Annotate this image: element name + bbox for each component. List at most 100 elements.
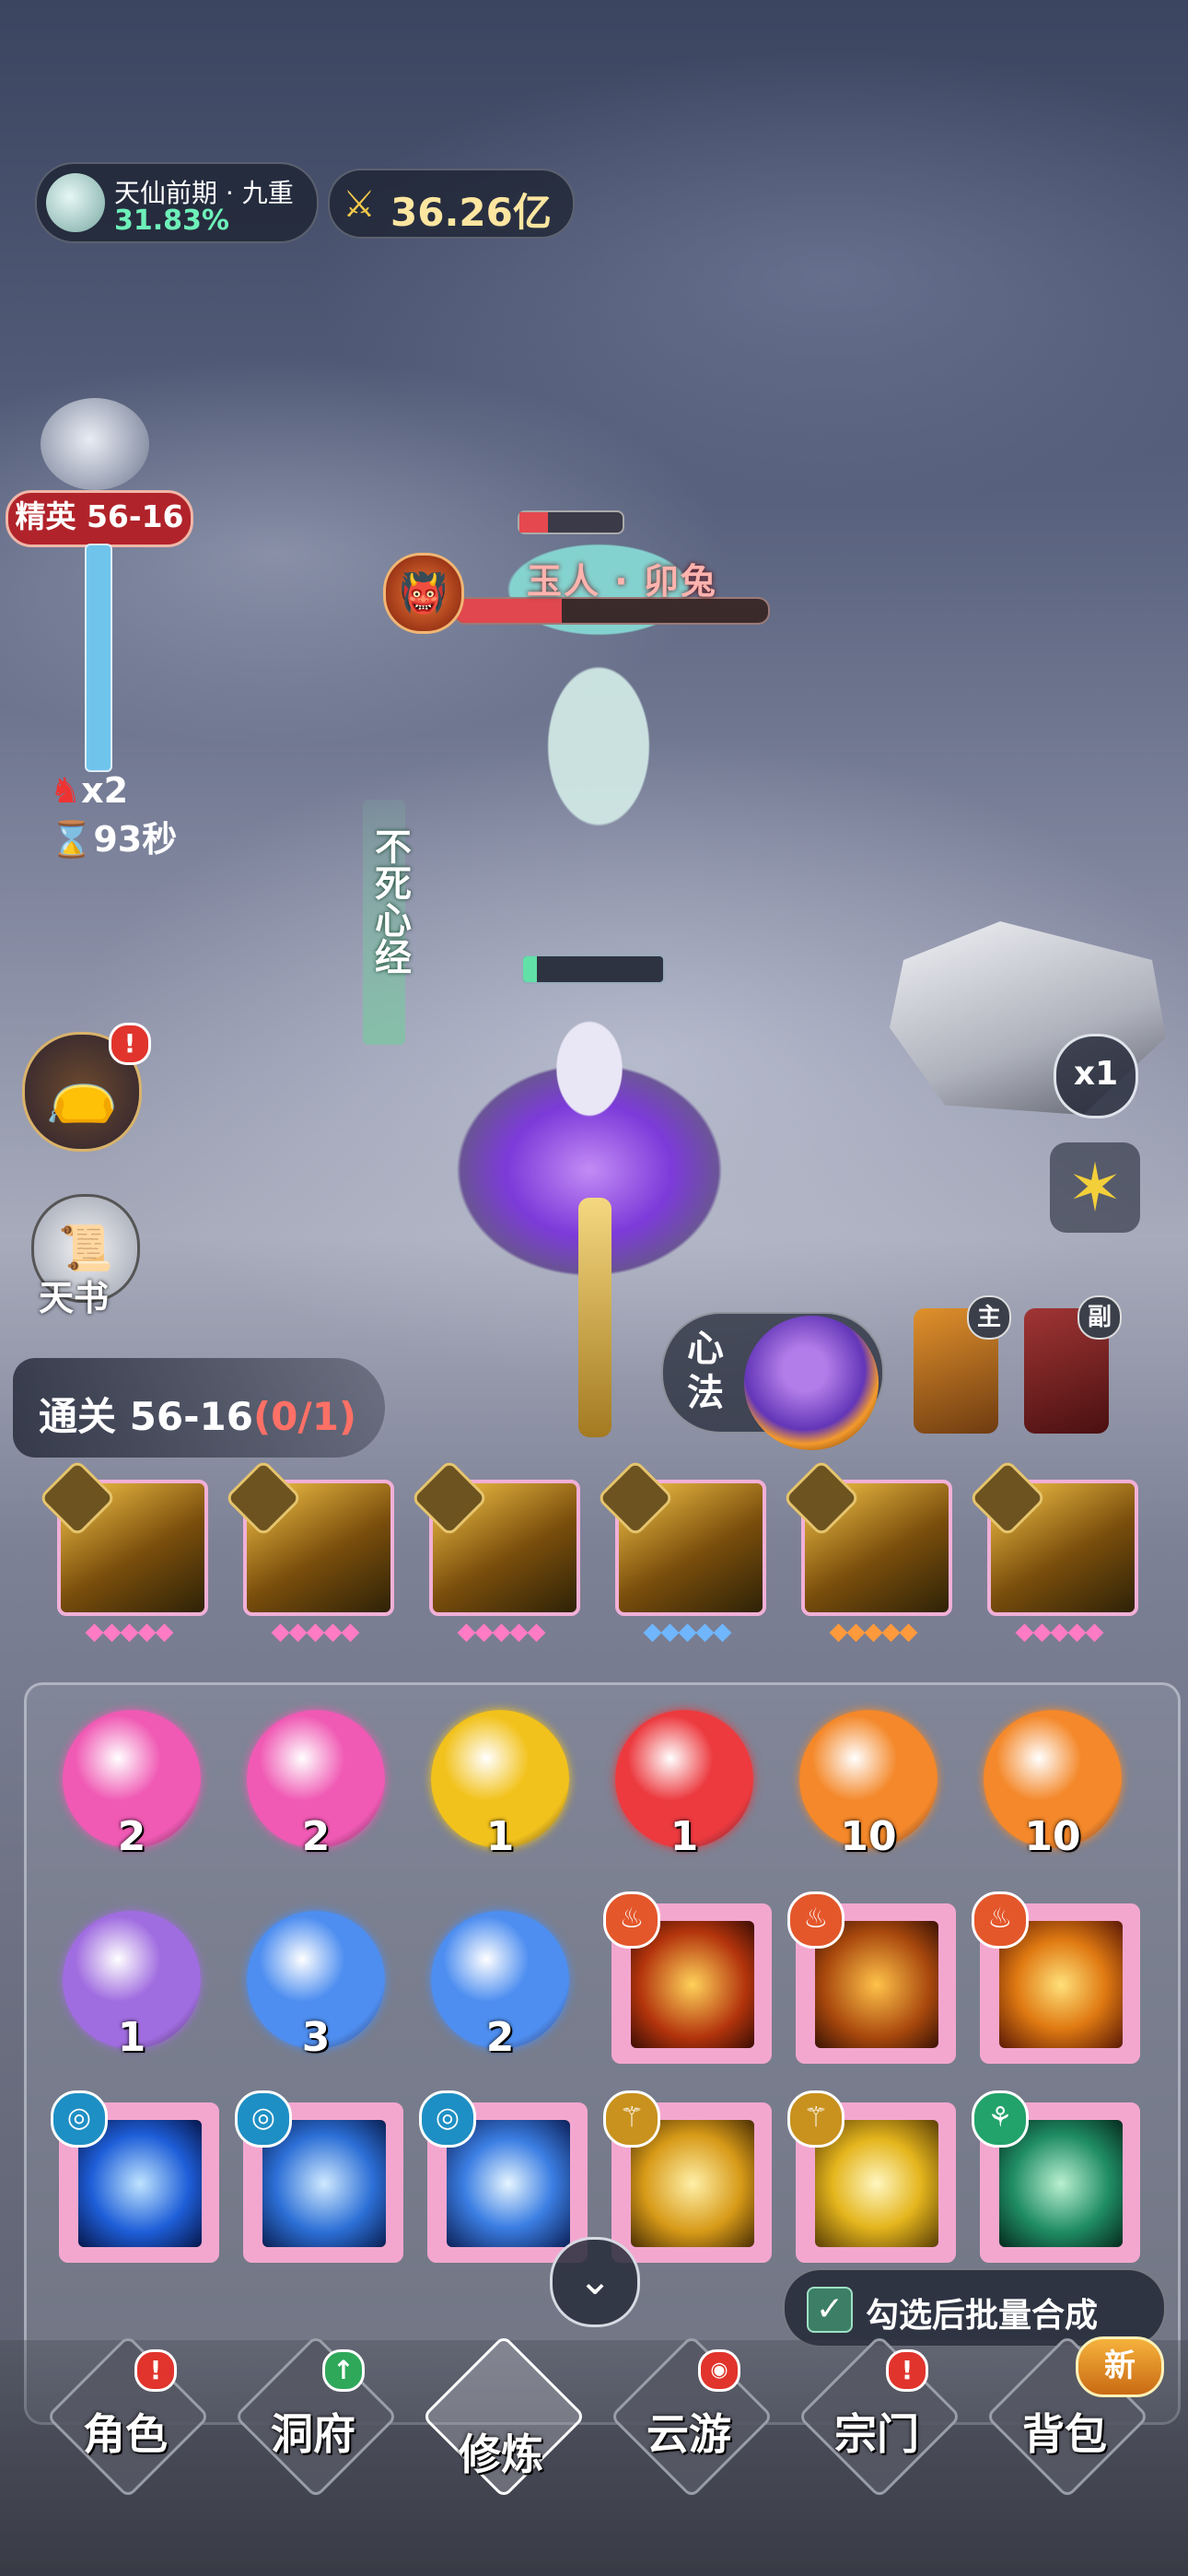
batch-merge-label: 勾选后批量合成: [866, 2297, 1099, 2335]
metal-element-icon: ⚚: [787, 2090, 844, 2148]
player-sprite: [516, 977, 663, 1161]
equipped-skill-slot[interactable]: [38, 1458, 208, 1616]
stage-search-icon[interactable]: [41, 398, 149, 490]
orb-count: 2: [301, 1813, 331, 1860]
nav-label: 修炼: [459, 2430, 543, 2479]
camera-icon: ◉: [698, 2349, 740, 2392]
realm-status[interactable]: 天仙前期 · 九重 31.83%: [35, 162, 319, 243]
sub-weapon-slot[interactable]: 副: [1024, 1295, 1122, 1434]
metal-element-icon: ⚚: [603, 2090, 660, 2148]
timer-value: 93秒: [93, 819, 178, 860]
speed-button[interactable]: x1: [1054, 1034, 1138, 1118]
sword-emblem-icon: [410, 1458, 489, 1538]
nav-label: 洞府: [271, 2409, 355, 2459]
fire-element-icon: ♨: [787, 1891, 844, 1949]
star-rating: ◆◆◆◆◆: [829, 1618, 918, 1645]
skill-card[interactable]: ♨: [972, 1891, 1140, 2064]
equipped-skill-slot[interactable]: [596, 1458, 766, 1616]
xinfa-orb-icon: [744, 1316, 879, 1450]
equipped-skill-slot[interactable]: [224, 1458, 394, 1616]
demon-face-icon: 👹: [383, 553, 464, 634]
multiplier: ♞x2: [50, 770, 128, 811]
sub-weapon-tag: 副: [1077, 1295, 1122, 1340]
equipped-skill-slot[interactable]: [782, 1458, 952, 1616]
skill-card[interactable]: ♨: [787, 1891, 956, 2064]
star-rating: ◆◆◆◆◆: [1015, 1618, 1104, 1645]
enemy-name: 玉人 · 卯兔: [527, 561, 717, 602]
nav-cultivate[interactable]: 修炼: [418, 2334, 587, 2524]
player-hp-bar: [521, 954, 665, 984]
orb-count: 2: [485, 2014, 515, 2061]
equipped-skill-slot[interactable]: [968, 1458, 1138, 1616]
hourglass-icon: ⌛: [50, 819, 94, 860]
water-element-icon: ◎: [419, 2090, 476, 2148]
water-element-icon: ◎: [235, 2090, 292, 2148]
player-avatar: [46, 173, 105, 232]
money-bag-icon: 👝: [45, 1058, 119, 1126]
fire-element-icon: ♨: [972, 1891, 1029, 1949]
sword-emblem-icon: [596, 1458, 675, 1538]
orb-count: 1: [117, 2014, 146, 2061]
nav-label: 云游: [646, 2409, 731, 2459]
tianshu-label: 天书: [39, 1278, 110, 1318]
star-rating: ◆◆◆◆◆: [643, 1618, 732, 1645]
nav-role[interactable]: 角色 !: [42, 2334, 211, 2524]
star-rating: ◆◆◆◆◆: [85, 1618, 174, 1645]
orb-count: 10: [1024, 1813, 1081, 1860]
star-rating: ◆◆◆◆◆: [457, 1618, 546, 1645]
skill-card[interactable]: ⚘: [972, 2090, 1140, 2263]
skill-card[interactable]: ◎: [51, 2090, 219, 2263]
orb-count: 3: [301, 2014, 331, 2061]
checkbox[interactable]: ✓: [807, 2287, 853, 2333]
combat-power-value: 36.26亿: [390, 190, 552, 235]
sword-emblem-icon: [968, 1458, 1047, 1538]
xinfa-label: 心法: [687, 1328, 724, 1414]
orb-count: 2: [117, 1813, 146, 1860]
upgrade-arrow-icon: ↑: [322, 2349, 365, 2392]
skill-card[interactable]: ◎: [235, 2090, 403, 2263]
crossed-swords-icon: ⚔: [343, 183, 376, 226]
skill-card[interactable]: ◎: [419, 2090, 588, 2263]
equipped-skill-slot[interactable]: [410, 1458, 580, 1616]
water-element-icon: ◎: [51, 2090, 108, 2148]
main-weapon-tag: 主: [967, 1295, 1011, 1340]
main-weapon-slot[interactable]: 主: [914, 1295, 1011, 1434]
wood-element-icon: ⚘: [972, 2090, 1029, 2148]
nav-label: 宗门: [834, 2409, 919, 2459]
star-rating: ◆◆◆◆◆: [271, 1618, 360, 1645]
clear-text: 通关 56-16(0/1): [39, 1394, 357, 1439]
realm-progress: 31.83%: [114, 205, 229, 237]
alert-badge: !: [886, 2349, 928, 2392]
nav-sect[interactable]: 宗门 !: [794, 2334, 962, 2524]
multiplier-value: x2: [81, 770, 129, 811]
bag-alert-badge: !: [109, 1023, 151, 1065]
stage-badge: 精英 56-16: [6, 490, 193, 547]
skill-card[interactable]: ⚚: [787, 2090, 956, 2263]
sword-emblem-icon: [38, 1458, 117, 1538]
sword-emblem-icon: [224, 1458, 303, 1538]
flying-sword: [578, 1198, 611, 1437]
star-icon[interactable]: ✶: [1050, 1142, 1140, 1233]
sword-emblem-icon: [782, 1458, 861, 1538]
nav-label: 角色: [83, 2409, 168, 2459]
orb-count: 1: [670, 1813, 699, 1860]
demon-icon: ♞: [50, 770, 82, 811]
nav-label: 背包: [1022, 2409, 1107, 2459]
stage-timer: ⌛93秒: [50, 811, 177, 861]
orb-count: 1: [485, 1813, 515, 1860]
skill-card[interactable]: ⚚: [603, 2090, 772, 2263]
scroll-icon: 📜: [58, 1223, 113, 1274]
active-skill-banner: 不死心经: [363, 800, 411, 1045]
collapse-chevron-icon[interactable]: ⌄: [550, 2237, 640, 2327]
nav-travel[interactable]: 云游 ◉: [606, 2334, 775, 2524]
orb-count: 10: [840, 1813, 897, 1860]
alert-badge: !: [134, 2349, 177, 2392]
fire-element-icon: ♨: [603, 1891, 660, 1949]
combat-power[interactable]: ⚔ 36.26亿: [328, 169, 575, 239]
new-badge: 新: [1076, 2336, 1164, 2397]
xinfa-button[interactable]: 心法: [661, 1312, 884, 1450]
nav-cave[interactable]: 洞府 ↑: [230, 2334, 399, 2524]
skill-card[interactable]: ♨: [603, 1891, 772, 2064]
clear-progress[interactable]: 通关 56-16(0/1): [13, 1358, 385, 1458]
active-skill-name: 不死心经: [368, 827, 411, 975]
